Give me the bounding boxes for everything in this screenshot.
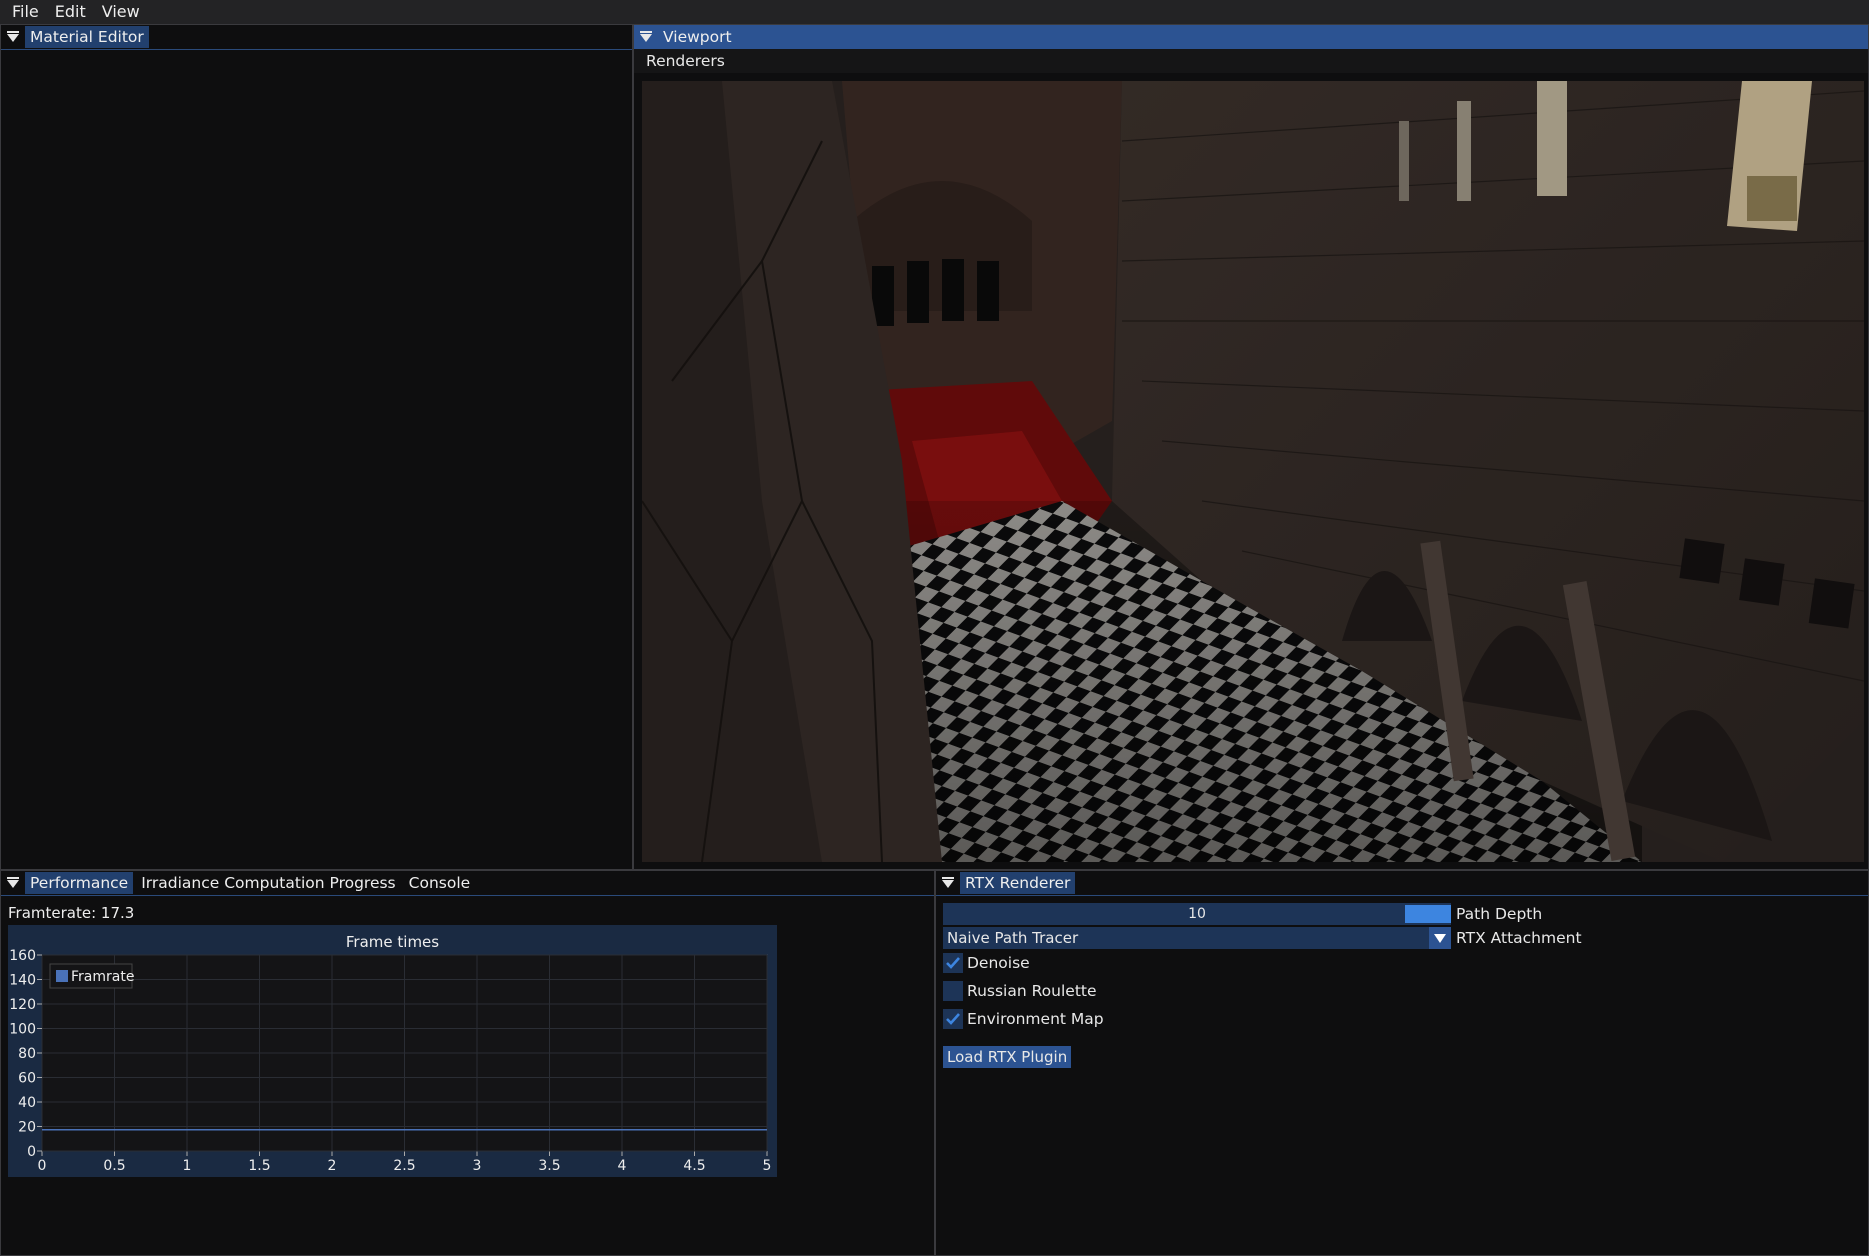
x-tick-label: 0.5 [103,1158,125,1174]
frame-times-plot[interactable]: 0 0.5 1 1.5 2 2.5 3 3.5 4 4.5 5 0 20 40 60 80 100 120 140 1… [8,925,777,1177]
path-depth-value: 10 [1188,906,1206,922]
tab-rtx-renderer[interactable]: RTX Renderer [960,872,1076,894]
rendered-scene-image[interactable] [642,81,1864,862]
x-tick-label: 3.5 [538,1158,560,1174]
tab-performance[interactable]: Performance [25,872,134,894]
path-depth-label: Path Depth [1456,905,1543,923]
framerate-label: Framterate: 17.3 [8,904,135,922]
rtx-attachment-combo[interactable]: Naive Path Tracer [943,927,1451,949]
y-tick-label: 140 [9,973,36,989]
path-depth-slider[interactable]: 10 [943,903,1451,925]
x-tick-label: 1.5 [248,1158,270,1174]
viewport-titlebar: Viewport [634,25,1868,50]
checkmark-icon [946,957,960,969]
tab-material-editor[interactable]: Material Editor [25,26,149,48]
tab-irradiance-progress[interactable]: Irradiance Computation Progress [136,872,400,894]
collapse-arrow-icon[interactable] [634,25,658,49]
environment-map-checkbox[interactable] [943,1009,963,1029]
viewport-panel: Viewport Renderers [633,24,1869,870]
collapse-arrow-icon[interactable] [1,25,25,49]
collapse-arrow-icon[interactable] [936,871,960,895]
x-tick-label: 5 [763,1158,772,1174]
rtx-attachment-label: RTX Attachment [1456,929,1582,947]
performance-panel: Performance Irradiance Computation Progr… [0,870,935,1256]
renderers-menu[interactable]: Renderers [634,49,1868,73]
y-tick-label: 120 [9,997,36,1013]
x-tick-label: 4 [618,1158,627,1174]
menu-view[interactable]: View [94,0,148,24]
rtx-renderer-titlebar: RTX Renderer [936,871,1868,896]
material-editor-titlebar: Material Editor [1,25,632,50]
checkmark-icon [946,1013,960,1025]
x-tick-label: 0 [38,1158,47,1174]
tab-viewport[interactable]: Viewport [658,26,737,48]
environment-map-label: Environment Map [967,1010,1104,1028]
legend-swatch [56,970,68,982]
legend-label: Framrate [71,969,134,985]
x-tick-label: 4.5 [683,1158,705,1174]
load-rtx-plugin-button[interactable]: Load RTX Plugin [943,1046,1072,1068]
denoise-checkbox[interactable] [943,953,963,973]
y-tick-label: 80 [18,1046,36,1062]
tab-console[interactable]: Console [404,872,476,894]
x-tick-label: 1 [183,1158,192,1174]
x-tick-label: 2 [328,1158,337,1174]
menu-bar: File Edit View [0,0,1869,25]
denoise-label: Denoise [967,954,1030,972]
material-editor-panel: Material Editor [0,24,633,870]
y-tick-label: 100 [9,1022,36,1038]
x-tick-label: 3 [473,1158,482,1174]
rtx-attachment-value: Naive Path Tracer [947,929,1079,947]
russian-roulette-checkbox[interactable] [943,981,963,1001]
russian-roulette-label: Russian Roulette [967,982,1097,1000]
y-tick-label: 60 [18,1071,36,1087]
y-tick-label: 0 [27,1144,36,1160]
frame-times-chart[interactable]: 0 0.5 1 1.5 2 2.5 3 3.5 4 4.5 50204060801001201401… [8,925,777,1177]
y-tick-label: 20 [18,1120,36,1136]
rtx-renderer-panel: RTX Renderer 10 Path Depth Naive Path Tr… [935,870,1869,1256]
x-tick-label: 2.5 [393,1158,415,1174]
y-tick-label: 40 [18,1095,36,1111]
chevron-down-icon[interactable] [1429,927,1451,949]
menu-file[interactable]: File [0,0,47,24]
menu-edit[interactable]: Edit [47,0,94,24]
chart-title: Frame times [345,933,440,951]
collapse-arrow-icon[interactable] [1,871,25,895]
performance-titlebar: Performance Irradiance Computation Progr… [1,871,934,896]
